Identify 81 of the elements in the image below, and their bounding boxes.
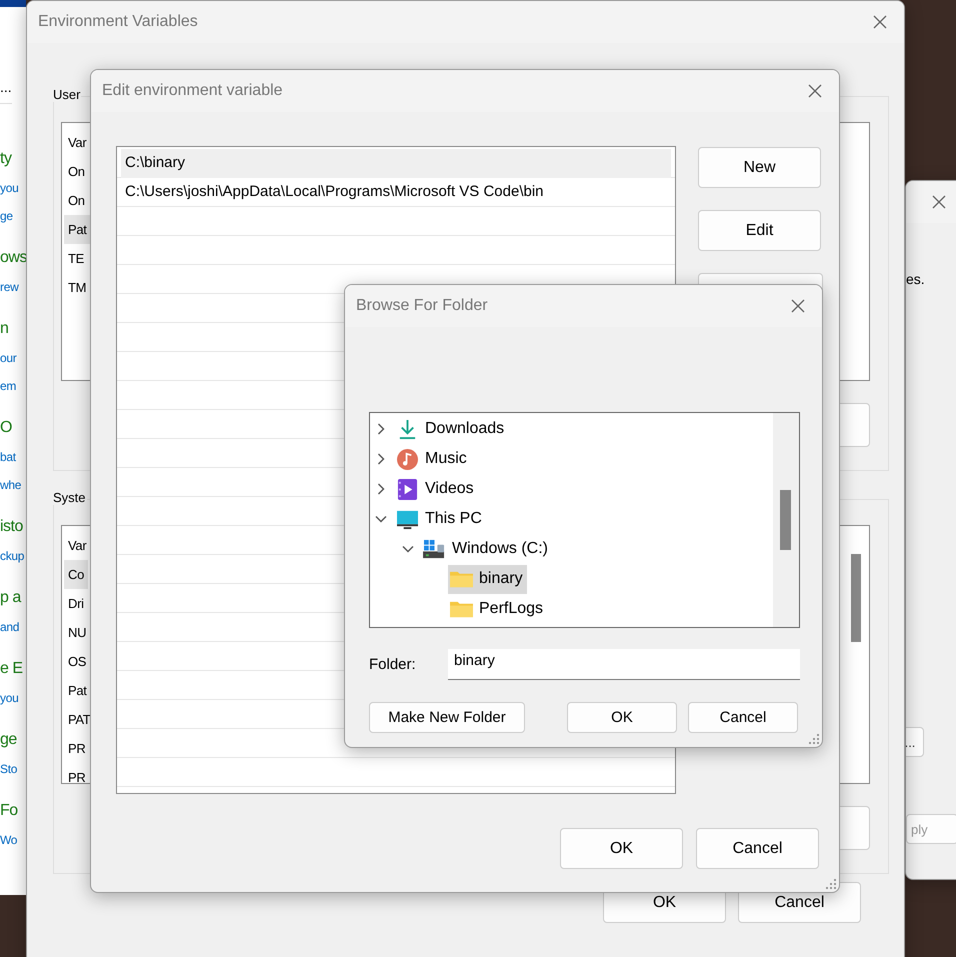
list-row[interactable]: Co	[64, 560, 88, 589]
section-heading: n	[0, 319, 8, 339]
tree-item[interactable]: PerfLogs	[448, 594, 548, 624]
link[interactable]: you	[0, 174, 18, 202]
chevron-icon[interactable]	[375, 513, 387, 525]
link[interactable]: and	[0, 613, 20, 641]
path-entry[interactable]: C:\Users\joshi\AppData\Local\Programs\Microsoft VS Code\bin	[121, 178, 671, 207]
list-row[interactable]: PR	[64, 763, 90, 792]
tree-item[interactable]: Videos	[394, 474, 478, 504]
tree-item[interactable]: binary	[448, 564, 527, 594]
tree-item[interactable]: Music	[394, 444, 471, 474]
list-row[interactable]: On	[64, 186, 89, 215]
list-row[interactable]: Pat	[64, 215, 91, 244]
list-row[interactable]: NU	[64, 618, 90, 647]
section-heading: Fo	[0, 801, 18, 821]
section-heading: e E	[0, 659, 23, 679]
section-heading: ows	[0, 248, 26, 268]
close-icon[interactable]	[807, 83, 823, 99]
scrollbar-thumb[interactable]	[851, 554, 861, 642]
close-icon[interactable]	[931, 194, 947, 210]
browse-button[interactable]: ...	[906, 727, 924, 757]
dialog-button[interactable]: Cancel	[688, 702, 798, 733]
list-row[interactable]: On	[64, 157, 89, 186]
list-row[interactable]: TE	[64, 244, 88, 273]
close-icon[interactable]	[872, 14, 888, 30]
side-button[interactable]: Edit	[698, 210, 821, 251]
section-heading: isto	[0, 517, 23, 537]
dialog-button[interactable]: Make New Folder	[369, 702, 525, 733]
link[interactable]: ge	[0, 202, 13, 230]
list-row[interactable]: Dri	[64, 589, 88, 618]
link[interactable]: Sto	[0, 755, 18, 783]
group-label: Syste	[53, 490, 87, 505]
section-heading: ty	[0, 149, 12, 169]
link[interactable]: rew	[0, 273, 18, 301]
list-row[interactable]: Pat	[64, 676, 91, 705]
tree-item[interactable]: Downloads	[394, 414, 508, 444]
column-header[interactable]: Var	[64, 531, 90, 560]
link[interactable]: bat	[0, 443, 16, 471]
dialog-button[interactable]: Cancel	[696, 828, 819, 869]
drive-icon	[423, 538, 446, 560]
list-row[interactable]: PAT	[64, 705, 94, 734]
link[interactable]: whe	[0, 471, 22, 499]
resize-grip-icon[interactable]	[826, 879, 836, 889]
more-menu[interactable]: ...	[0, 7, 12, 104]
resize-grip-icon[interactable]	[809, 734, 819, 744]
list-row[interactable]: PR	[64, 734, 90, 763]
film-play-icon	[396, 478, 419, 500]
link[interactable]: Wo	[0, 826, 18, 854]
scrollbar-thumb[interactable]	[780, 490, 791, 550]
tree-item[interactable]: This PC	[394, 504, 486, 534]
section-heading: p a	[0, 588, 21, 608]
group-label: User	[53, 87, 82, 102]
chevron-icon[interactable]	[375, 483, 387, 495]
monitor-icon	[396, 508, 419, 530]
link[interactable]: ckup	[0, 542, 24, 570]
column-header[interactable]: Var	[64, 128, 90, 157]
link[interactable]: em	[0, 372, 16, 400]
list-row[interactable]: OS	[64, 647, 90, 676]
dialog-button[interactable]: OK	[560, 828, 683, 869]
scrollbar[interactable]	[773, 413, 799, 627]
chevron-icon[interactable]	[402, 543, 414, 555]
window-title: Edit environment variable	[102, 82, 283, 100]
music-note-icon	[396, 448, 419, 470]
window-title: Environment Variables	[38, 13, 198, 31]
dialog-button[interactable]: OK	[567, 702, 677, 733]
folder-label: Folder:	[369, 656, 417, 673]
chevron-icon[interactable]	[375, 423, 387, 435]
link[interactable]: our	[0, 344, 16, 372]
title-bar	[0, 0, 26, 7]
section-heading: ge	[0, 730, 17, 750]
description-text: es.	[906, 271, 925, 287]
close-icon[interactable]	[790, 298, 806, 314]
chevron-icon[interactable]	[375, 453, 387, 465]
section-heading: O	[0, 418, 12, 438]
link[interactable]: you	[0, 684, 18, 712]
folder-field[interactable]: binary	[448, 649, 800, 680]
window-title: Browse For Folder	[356, 297, 488, 315]
list-row[interactable]: TM	[64, 273, 90, 302]
side-button[interactable]: New	[698, 147, 821, 188]
tree-item[interactable]: Windows (C:)	[421, 534, 552, 564]
path-entry[interactable]: C:\binary	[121, 149, 671, 178]
